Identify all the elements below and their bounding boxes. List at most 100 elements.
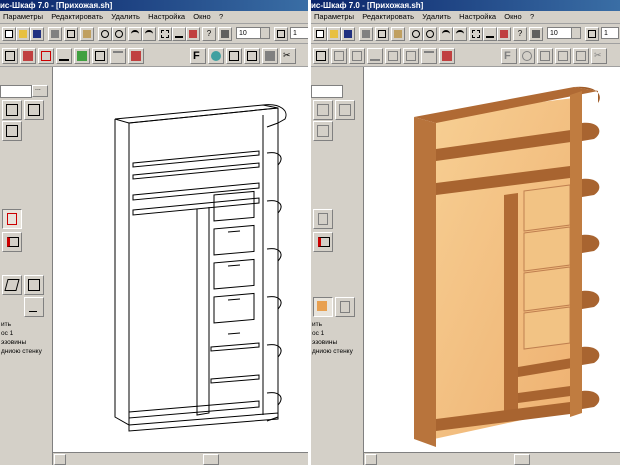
redo-button[interactable]	[142, 27, 156, 41]
menu-item-window[interactable]: Окно	[193, 11, 210, 23]
texture-button[interactable]	[519, 48, 535, 64]
menu-item-help[interactable]: ?	[530, 11, 534, 23]
copy-button[interactable]	[64, 27, 78, 41]
menu-item-window[interactable]: Окно	[504, 11, 521, 23]
table-button[interactable]	[218, 27, 232, 41]
render-view-button[interactable]	[313, 297, 333, 317]
table-button[interactable]	[529, 27, 543, 41]
view-top-button[interactable]	[2, 121, 22, 141]
menu-item-edit[interactable]: Редактировать	[362, 11, 414, 23]
measure-button[interactable]	[483, 27, 497, 41]
list-button[interactable]	[226, 48, 242, 64]
rod-tool-button[interactable]	[110, 48, 126, 64]
help-button[interactable]: ?	[513, 27, 527, 41]
door-tool-button[interactable]	[92, 48, 108, 64]
dimension-button[interactable]	[24, 297, 44, 317]
print-button[interactable]	[359, 27, 373, 41]
menu-item-edit[interactable]: Редактировать	[51, 11, 103, 23]
panel-tool-button[interactable]	[2, 48, 18, 64]
print-button[interactable]	[48, 27, 62, 41]
zoom-in-button[interactable]	[409, 27, 423, 41]
pencil-button[interactable]	[186, 27, 200, 41]
report-button[interactable]	[244, 48, 260, 64]
drawer-tool-button[interactable]	[385, 48, 401, 64]
redo-button[interactable]	[453, 27, 467, 41]
cross-tool-button[interactable]	[38, 48, 54, 64]
layer-combo[interactable]: 1	[290, 27, 308, 39]
scroll-left-button[interactable]	[365, 454, 377, 465]
step-combo[interactable]: 10	[236, 27, 270, 39]
snap-button[interactable]	[585, 27, 599, 41]
add-part-button[interactable]	[313, 232, 333, 252]
drawer-tool-button[interactable]	[74, 48, 90, 64]
shelf-tool-button[interactable]	[367, 48, 383, 64]
copy-button[interactable]	[375, 27, 389, 41]
cross-tool-button[interactable]	[349, 48, 365, 64]
render-canvas[interactable]	[364, 67, 620, 453]
menu-item-delete[interactable]: Удалить	[422, 11, 451, 23]
cut-button[interactable]: ✂	[591, 48, 607, 64]
measure-button[interactable]	[172, 27, 186, 41]
ellipsis-button[interactable]: ...	[32, 85, 48, 97]
font-button[interactable]: F	[190, 48, 206, 64]
render-view-button[interactable]	[24, 275, 44, 295]
insert-panel-button[interactable]	[313, 209, 333, 229]
insert-panel-button[interactable]	[2, 209, 22, 229]
size-field[interactable]	[311, 85, 343, 98]
menu-item-help[interactable]: ?	[219, 11, 223, 23]
grid-button[interactable]	[469, 27, 483, 41]
zoom-out-button[interactable]	[423, 27, 437, 41]
view-top-button[interactable]	[313, 121, 333, 141]
box-tool-button[interactable]	[331, 48, 347, 64]
hinge-tool-button[interactable]	[439, 48, 455, 64]
horizontal-scrollbar[interactable]	[364, 452, 620, 465]
iso-view-button[interactable]	[2, 275, 22, 295]
rod-tool-button[interactable]	[421, 48, 437, 64]
dimension-button[interactable]	[335, 297, 355, 317]
view-front-button[interactable]	[313, 100, 333, 120]
shelf-tool-button[interactable]	[56, 48, 72, 64]
save-button[interactable]	[30, 27, 44, 41]
pencil-button[interactable]	[497, 27, 511, 41]
zoom-out-button[interactable]	[112, 27, 126, 41]
open-file-button[interactable]	[16, 27, 30, 41]
open-file-button[interactable]	[327, 27, 341, 41]
paste-button[interactable]	[80, 27, 94, 41]
grid-button[interactable]	[158, 27, 172, 41]
menu-item-settings[interactable]: Настройка	[148, 11, 185, 23]
calc-button[interactable]	[262, 48, 278, 64]
view-side-button[interactable]	[24, 100, 44, 120]
undo-button[interactable]	[128, 27, 142, 41]
layer-combo[interactable]: 1	[601, 27, 619, 39]
view-side-button[interactable]	[335, 100, 355, 120]
size-field[interactable]	[0, 85, 32, 98]
scroll-thumb[interactable]	[203, 454, 219, 465]
panel-tool-button[interactable]	[313, 48, 329, 64]
menu-item-settings[interactable]: Настройка	[459, 11, 496, 23]
new-file-button[interactable]	[2, 27, 16, 41]
calc-button[interactable]	[573, 48, 589, 64]
horizontal-scrollbar[interactable]	[53, 452, 308, 465]
zoom-in-button[interactable]	[98, 27, 112, 41]
step-combo[interactable]: 10	[547, 27, 581, 39]
box-tool-button[interactable]	[20, 48, 36, 64]
new-file-button[interactable]	[313, 27, 327, 41]
snap-button[interactable]	[274, 27, 288, 41]
hinge-tool-button[interactable]	[128, 48, 144, 64]
add-part-button[interactable]	[2, 232, 22, 252]
help-button[interactable]: ?	[202, 27, 216, 41]
undo-button[interactable]	[439, 27, 453, 41]
view-front-button[interactable]	[2, 100, 22, 120]
cut-button[interactable]: ✂	[280, 48, 296, 64]
texture-button[interactable]	[208, 48, 224, 64]
scroll-thumb[interactable]	[514, 454, 530, 465]
scroll-left-button[interactable]	[54, 454, 66, 465]
font-button[interactable]: F	[501, 48, 517, 64]
menu-item-parameters[interactable]: Параметры	[314, 11, 354, 23]
report-button[interactable]	[555, 48, 571, 64]
list-button[interactable]	[537, 48, 553, 64]
drawing-canvas[interactable]	[53, 67, 308, 453]
save-button[interactable]	[341, 27, 355, 41]
paste-button[interactable]	[391, 27, 405, 41]
menu-item-delete[interactable]: Удалить	[111, 11, 140, 23]
